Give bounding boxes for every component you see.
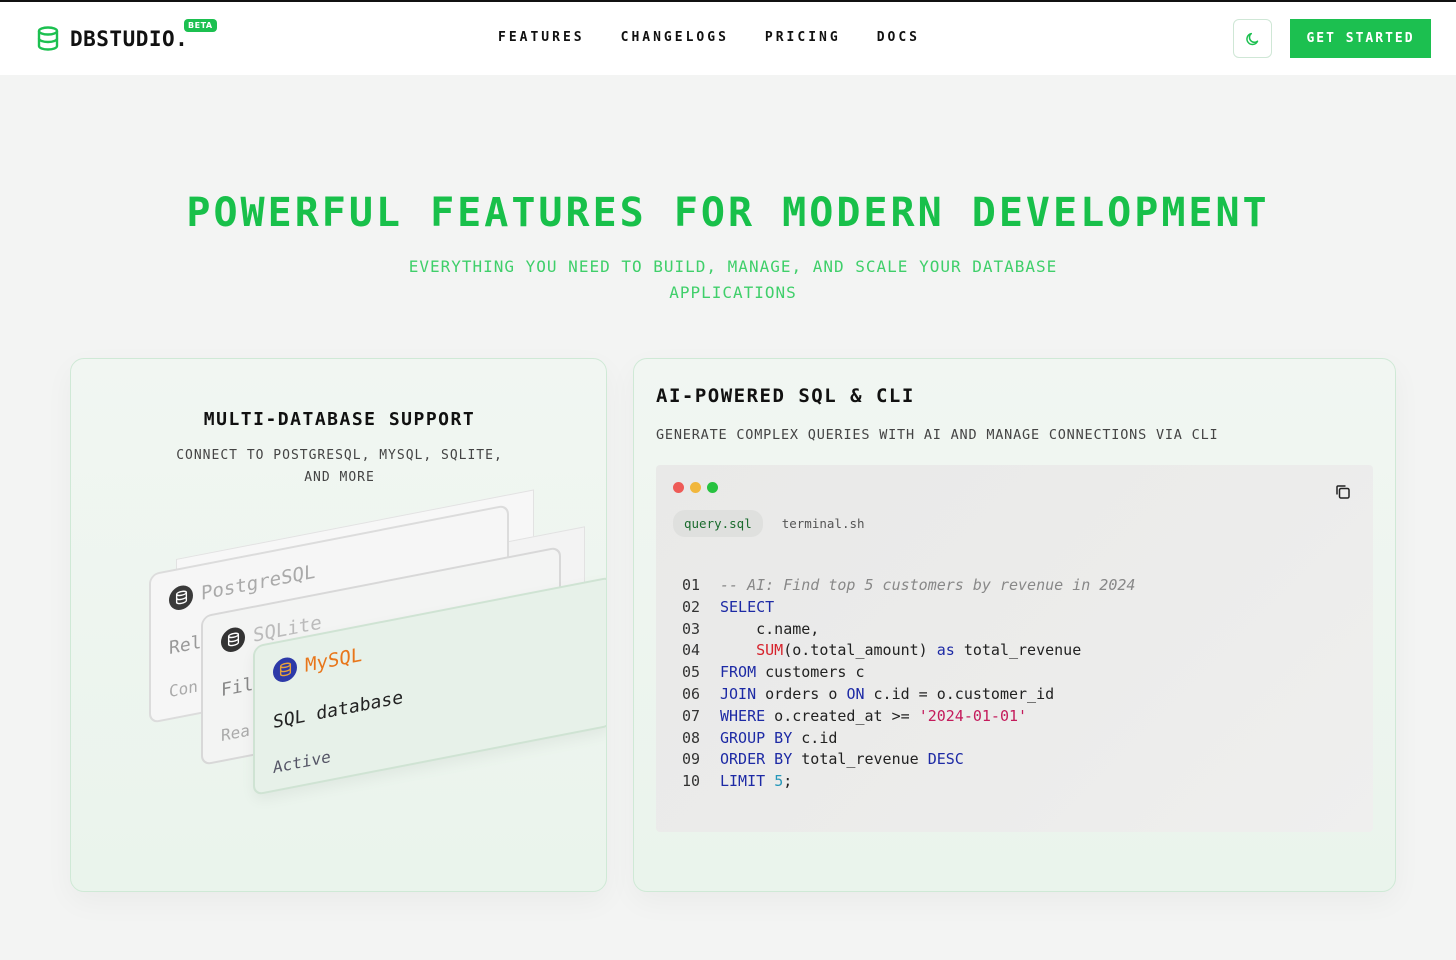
code-line: 08 GROUP BY c.id	[682, 728, 1135, 750]
line-number: 05	[682, 663, 701, 682]
copy-button[interactable]	[1334, 483, 1354, 503]
get-started-button[interactable]: GET STARTED	[1290, 19, 1431, 58]
mysql-name: MySQL	[305, 643, 363, 677]
code-token: WHERE	[720, 706, 766, 725]
code-token: GROUP BY	[720, 728, 793, 747]
code-line: 05 FROM customers c	[682, 662, 1135, 684]
brand-logo[interactable]: DBSTUDIO. BETA	[36, 19, 217, 52]
code-token: LIMIT	[720, 772, 766, 791]
database-icon	[169, 583, 193, 613]
moon-icon	[1245, 32, 1258, 45]
editor-tabs: query.sql terminal.sh	[673, 510, 884, 537]
database-icon	[221, 625, 245, 655]
mysql-desc: SQL database	[273, 686, 404, 734]
code-line: 04 SUM (o.total_amount) as total_revenue	[682, 640, 1135, 662]
code-block: 01 -- AI: Find top 5 customers by revenue…	[682, 575, 1135, 793]
close-dot[interactable]	[673, 482, 684, 493]
line-number: 10	[682, 772, 701, 791]
code-token: as	[936, 641, 955, 660]
code-token: '2024-01-01'	[918, 706, 1028, 725]
postgresql-status: Con	[169, 676, 198, 702]
code-line: 06 JOIN orders o ON c.id = o.customer_id	[682, 684, 1135, 706]
code-line: 03 c.name,	[682, 619, 1135, 641]
code-editor: query.sql terminal.sh 01 -- AI: Find top …	[656, 465, 1373, 832]
code-line: 07 WHERE o.created_at >= '2024-01-01'	[682, 706, 1135, 728]
minimize-dot[interactable]	[690, 482, 701, 493]
database-card-stack: PostgreSQL Rel Con SQLite Fil Rea MySQL	[71, 359, 606, 891]
main-nav: FEATURES CHANGELOGS PRICING DOCS	[498, 30, 956, 45]
hero-subtitle: EVERYTHING YOU NEED TO BUILD, MANAGE, AN…	[398, 254, 1068, 306]
ai-sql-subtitle: GENERATE COMPLEX QUERIES WITH AI AND MAN…	[656, 427, 1219, 443]
code-token: orders o	[756, 684, 847, 703]
line-number: 07	[682, 706, 701, 725]
database-icon	[273, 655, 297, 685]
code-token: ;	[783, 772, 793, 791]
code-line: 10 LIMIT 5;	[682, 771, 1135, 793]
line-number: 08	[682, 728, 701, 747]
brand-name: DBSTUDIO.	[70, 27, 189, 51]
code-token: SELECT	[720, 597, 775, 616]
multi-database-card: MULTI-DATABASE SUPPORT CONNECT TO POSTGR…	[70, 358, 607, 892]
code-token: c.id	[792, 728, 838, 747]
tab-terminal-sh[interactable]: terminal.sh	[771, 510, 876, 537]
code-token: c.id = o.customer_id	[864, 684, 1055, 703]
sqlite-status: Rea	[221, 720, 250, 746]
hero-title: POWERFUL FEATURES FOR MODERN DEVELOPMENT	[186, 190, 1270, 236]
code-token: (o.total_amount)	[783, 641, 937, 660]
nav-features[interactable]: FEATURES	[498, 30, 585, 45]
line-number: 09	[682, 750, 701, 769]
code-token: ORDER BY	[720, 750, 793, 769]
beta-badge: BETA	[184, 19, 217, 32]
code-token: c.name,	[720, 619, 820, 638]
nav-docs[interactable]: DOCS	[877, 30, 920, 45]
line-number: 02	[682, 597, 701, 616]
database-logo-icon	[37, 26, 59, 51]
nav-pricing[interactable]: PRICING	[765, 30, 841, 45]
code-token: ON	[846, 684, 865, 703]
code-line: 01 -- AI: Find top 5 customers by revenue…	[682, 575, 1135, 597]
code-token: -- AI: Find top 5 customers by revenue i…	[720, 576, 1136, 594]
line-number: 01	[682, 576, 701, 594]
code-line: 09 ORDER BY total_revenue DESC	[682, 749, 1135, 771]
line-number: 04	[682, 641, 701, 660]
window-controls	[673, 482, 724, 493]
mysql-status: Active	[273, 746, 331, 778]
sqlite-desc: Fil	[221, 673, 254, 702]
code-token: FROM	[720, 663, 757, 682]
code-token: total_revenue	[954, 641, 1082, 660]
nav-changelogs[interactable]: CHANGELOGS	[621, 30, 729, 45]
code-token: o.created_at >=	[765, 706, 919, 725]
code-line: 02 SELECT	[682, 597, 1135, 619]
code-token: SUM	[756, 641, 784, 660]
maximize-dot[interactable]	[707, 482, 718, 493]
hero-subtitle-line-1: EVERYTHING YOU NEED TO BUILD, MANAGE, AN…	[408, 257, 1058, 276]
code-token: JOIN	[720, 684, 757, 703]
theme-toggle-button[interactable]	[1233, 19, 1272, 58]
code-token: customers c	[756, 663, 865, 682]
code-token: 5	[774, 772, 784, 791]
code-token: DESC	[927, 750, 964, 769]
copy-icon	[1336, 485, 1350, 499]
tab-query-sql[interactable]: query.sql	[673, 510, 763, 537]
code-token: total_revenue	[792, 750, 928, 769]
postgresql-desc: Rel	[169, 631, 202, 660]
ai-sql-title: AI-POWERED SQL & CLI	[656, 385, 915, 407]
hero-subtitle-line-2: APPLICATIONS	[669, 283, 797, 302]
line-number: 06	[682, 684, 701, 703]
ai-sql-card: AI-POWERED SQL & CLI GENERATE COMPLEX QU…	[633, 358, 1396, 892]
line-number: 03	[682, 619, 701, 638]
site-header: DBSTUDIO. BETA FEATURES CHANGELOGS PRICI…	[0, 2, 1456, 75]
